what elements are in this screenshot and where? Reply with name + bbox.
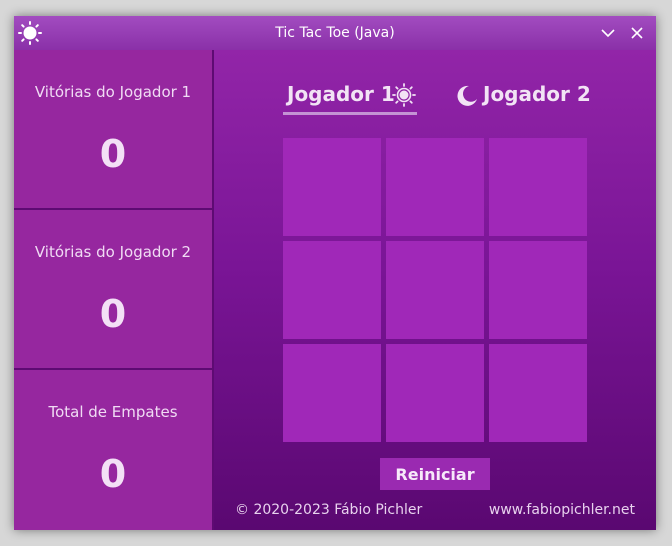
draws-value: 0	[99, 452, 127, 496]
score-sidebar: Vitórias do Jogador 1 0 Vitórias do Joga…	[14, 50, 214, 530]
draws-panel: Total de Empates 0	[14, 370, 214, 530]
title-bar: Tic Tac Toe (Java)	[14, 16, 656, 50]
active-player-indicator	[283, 112, 417, 115]
website-link[interactable]: www.fabiopichler.net	[489, 502, 635, 518]
board-cell[interactable]	[489, 241, 587, 339]
close-icon[interactable]	[626, 22, 648, 44]
board-cell[interactable]	[489, 344, 587, 442]
game-area: Jogador 1 Jogador 2 Reiniciar © 2020-202…	[214, 50, 656, 530]
moon-icon	[457, 85, 477, 106]
window-title: Tic Tac Toe (Java)	[275, 25, 395, 41]
player1-wins-label: Vitórias do Jogador 1	[34, 83, 192, 101]
tab-player2[interactable]: Jogador 2	[455, 78, 591, 112]
player2-wins-panel: Vitórias do Jogador 2 0	[14, 210, 214, 370]
game-board	[283, 138, 588, 443]
board-cell[interactable]	[283, 138, 381, 236]
tab-player1[interactable]: Jogador 1	[283, 78, 417, 112]
player1-wins-value: 0	[99, 132, 127, 176]
board-cell[interactable]	[283, 344, 381, 442]
app-window: Tic Tac Toe (Java) Vitórias do Jogador 1…	[14, 16, 656, 530]
board-cell[interactable]	[283, 241, 381, 339]
player1-wins-panel: Vitórias do Jogador 1 0	[14, 50, 214, 210]
board-cell[interactable]	[386, 241, 484, 339]
draws-label: Total de Empates	[48, 403, 178, 421]
minimize-icon[interactable]	[597, 22, 619, 44]
player2-wins-value: 0	[99, 292, 127, 336]
sun-icon	[392, 83, 416, 107]
board-cell[interactable]	[386, 138, 484, 236]
player2-name: Jogador 2	[483, 82, 591, 106]
reset-button[interactable]: Reiniciar	[380, 458, 490, 490]
board-cell[interactable]	[489, 138, 587, 236]
player2-wins-label: Vitórias do Jogador 2	[34, 243, 192, 261]
board-cell[interactable]	[386, 344, 484, 442]
player1-name: Jogador 1	[287, 82, 395, 106]
copyright-text: © 2020-2023 Fábio Pichler	[235, 502, 423, 518]
